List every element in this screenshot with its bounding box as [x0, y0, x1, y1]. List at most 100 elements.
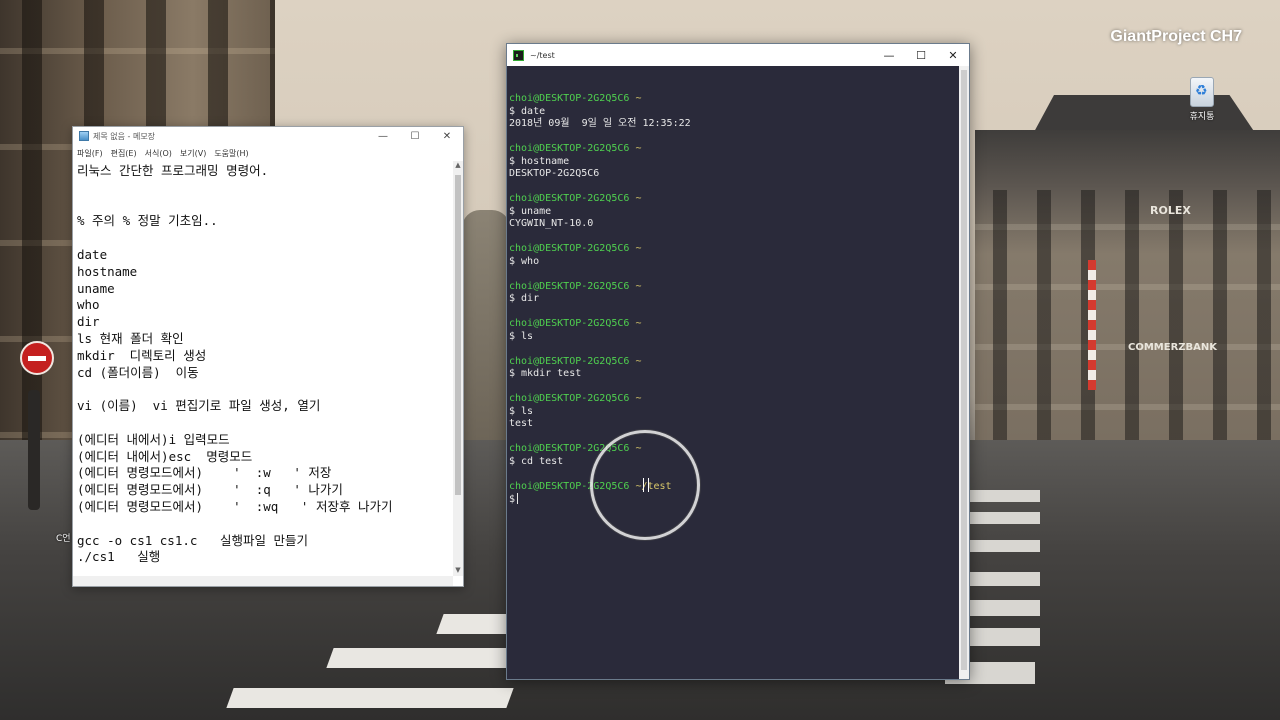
terminal-window[interactable]: ~/test — ☐ ✕ choi@DESKTOP-2G2Q5C6 ~ $ dat… [506, 43, 970, 680]
prompt-user: choi@DESKTOP-2G2Q5C6 [509, 318, 630, 329]
prompt-user: choi@DESKTOP-2G2Q5C6 [509, 280, 630, 292]
command-text: $ who [509, 255, 540, 267]
close-icon[interactable]: ✕ [431, 131, 463, 142]
terminal-line: DESKTOP-2G2Q5C6 [509, 168, 957, 181]
terminal-line: test [509, 418, 957, 431]
desktop-item-label[interactable]: C언 [56, 531, 71, 544]
notepad-line: dir [77, 314, 100, 330]
minimize-icon[interactable]: — [873, 49, 905, 62]
notepad-text-area[interactable]: 리눅스 간단한 프로그래밍 명령어. % 주의 % 정말 기초임.. date hos… [73, 161, 453, 576]
scroll-down-icon[interactable]: ▼ [453, 566, 463, 576]
command-output: test [509, 418, 534, 429]
notepad-line: gcc -o cs1 cs1.c 실행파일 만들기 [77, 532, 309, 548]
terminal-line: choi@DESKTOP-2G2Q5C6 ~ [509, 393, 957, 406]
street-lamp [28, 390, 40, 510]
command-text: $ mkdir test [509, 368, 582, 379]
crosswalk-stripe [436, 614, 514, 634]
terminal-line: choi@DESKTOP-2G2Q5C6 ~ [509, 318, 957, 331]
crosswalk-stripe [226, 688, 514, 708]
terminal-line: $ mkdir test [509, 368, 957, 381]
notepad-line: (에디터 내에서)esc 명령모드 [77, 448, 253, 464]
notepad-line [77, 415, 449, 432]
notepad-horizontal-scrollbar[interactable] [73, 576, 453, 586]
notepad-line: % 주의 % 정말 기초임.. [77, 213, 218, 229]
notepad-line: mkdir 디렉토리 생성 [77, 347, 207, 363]
notepad-line: uname [77, 280, 115, 296]
command-text: $ cd test [509, 455, 564, 467]
notepad-vertical-scrollbar[interactable]: ▲ ▼ [453, 161, 463, 576]
building-right [975, 130, 1280, 440]
command-text: $ uname [509, 205, 552, 217]
notepad-line: (에디터 명령모드에서) ' :wq ' 저장후 나가기 [77, 498, 393, 514]
terminal-line: $ date [509, 106, 957, 119]
close-icon[interactable]: ✕ [937, 49, 969, 62]
crosswalk-stripe [970, 600, 1040, 616]
minimize-icon[interactable]: — [367, 131, 399, 142]
terminal-line: choi@DESKTOP-2G2Q5C6 ~ [509, 93, 957, 106]
scrollbar-thumb[interactable] [961, 70, 967, 670]
building-middle [462, 210, 510, 440]
recycle-bin-desktop-icon[interactable]: 휴지통 [1186, 77, 1218, 122]
notepad-titlebar[interactable]: 제목 없음 - 메모장 — ☐ ✕ [73, 127, 463, 145]
command-text: $ hostname [509, 155, 570, 167]
prompt-user: choi@DESKTOP-2G2Q5C6 [509, 393, 630, 404]
notepad-line: who [77, 297, 100, 313]
notepad-window[interactable]: 제목 없음 - 메모장 — ☐ ✕ 파일(F) 편집(E) 서식(O) 보기(V… [72, 126, 464, 587]
prompt-path: ~ [635, 318, 642, 329]
maximize-icon[interactable]: ☐ [905, 49, 937, 62]
terminal-titlebar[interactable]: ~/test — ☐ ✕ [507, 44, 969, 66]
notepad-line: cd (폴더이름) 이동 [77, 364, 199, 380]
prompt-path: ~ [635, 143, 642, 154]
menu-edit[interactable]: 편집(E) [111, 148, 137, 159]
notepad-line [77, 197, 449, 214]
notepad-line [77, 516, 449, 533]
crosswalk-stripe [970, 628, 1040, 646]
notepad-line [77, 381, 449, 398]
prompt-path: ~ [635, 280, 642, 292]
notepad-line: 리눅스 간단한 프로그래밍 명령어. [77, 163, 269, 178]
prompt-user: choi@DESKTOP-2G2Q5C6 [509, 355, 630, 367]
crosswalk-stripe [970, 490, 1040, 502]
crosswalk-stripe [970, 512, 1040, 524]
terminal-line: $ hostname [509, 156, 957, 169]
terminal-line: 2018년 09월 9일 일 오전 12:35:22 [509, 118, 957, 131]
prompt-path: ~ [635, 193, 642, 204]
prompt-user: choi@DESKTOP-2G2Q5C6 [509, 243, 630, 254]
notepad-line: (에디터 명령모드에서) ' :w ' 저장 [77, 465, 332, 481]
terminal-line: $ [509, 493, 957, 506]
terminal-line: choi@DESKTOP-2G2Q5C6 ~ [509, 443, 957, 456]
crosswalk-stripe [326, 648, 514, 668]
recycle-bin-icon [1190, 77, 1214, 107]
terminal-line: choi@DESKTOP-2G2Q5C6 ~ [509, 193, 957, 206]
terminal-line: $ uname [509, 206, 957, 219]
terminal-output[interactable]: choi@DESKTOP-2G2Q5C6 ~ $ date 2018년 09월 9일… [507, 66, 959, 679]
command-text: $ date [509, 105, 546, 117]
terminal-scrollbar[interactable] [959, 66, 969, 679]
notepad-line [77, 230, 449, 247]
crosswalk-stripe [970, 540, 1040, 552]
notepad-line: (에디터 내에서)i 입력모드 [77, 431, 230, 447]
barber-pole [1088, 260, 1096, 390]
scrollbar-thumb[interactable] [455, 175, 461, 495]
menu-file[interactable]: 파일(F) [77, 148, 103, 159]
menu-help[interactable]: 도움말(H) [214, 148, 248, 159]
prompt-user: choi@DESKTOP-2G2Q5C6 [509, 443, 630, 454]
notepad-line: (에디터 명령모드에서) ' :q ' 나가기 [77, 482, 343, 498]
maximize-icon[interactable]: ☐ [399, 131, 431, 142]
menu-view[interactable]: 보기(V) [180, 148, 206, 159]
notepad-line: vi (이름) vi 편집기로 파일 생성, 열기 [77, 398, 321, 414]
menu-format[interactable]: 서식(O) [145, 148, 172, 159]
prompt-path: ~ [635, 393, 642, 404]
scroll-up-icon[interactable]: ▲ [453, 161, 463, 171]
notepad-app-icon [79, 131, 89, 141]
terminal-line: $ who [509, 256, 957, 269]
terminal-line: choi@DESKTOP-2G2Q5C6 ~ [509, 243, 957, 256]
command-output: 2018년 09월 9일 일 오전 12:35:22 [509, 118, 691, 129]
